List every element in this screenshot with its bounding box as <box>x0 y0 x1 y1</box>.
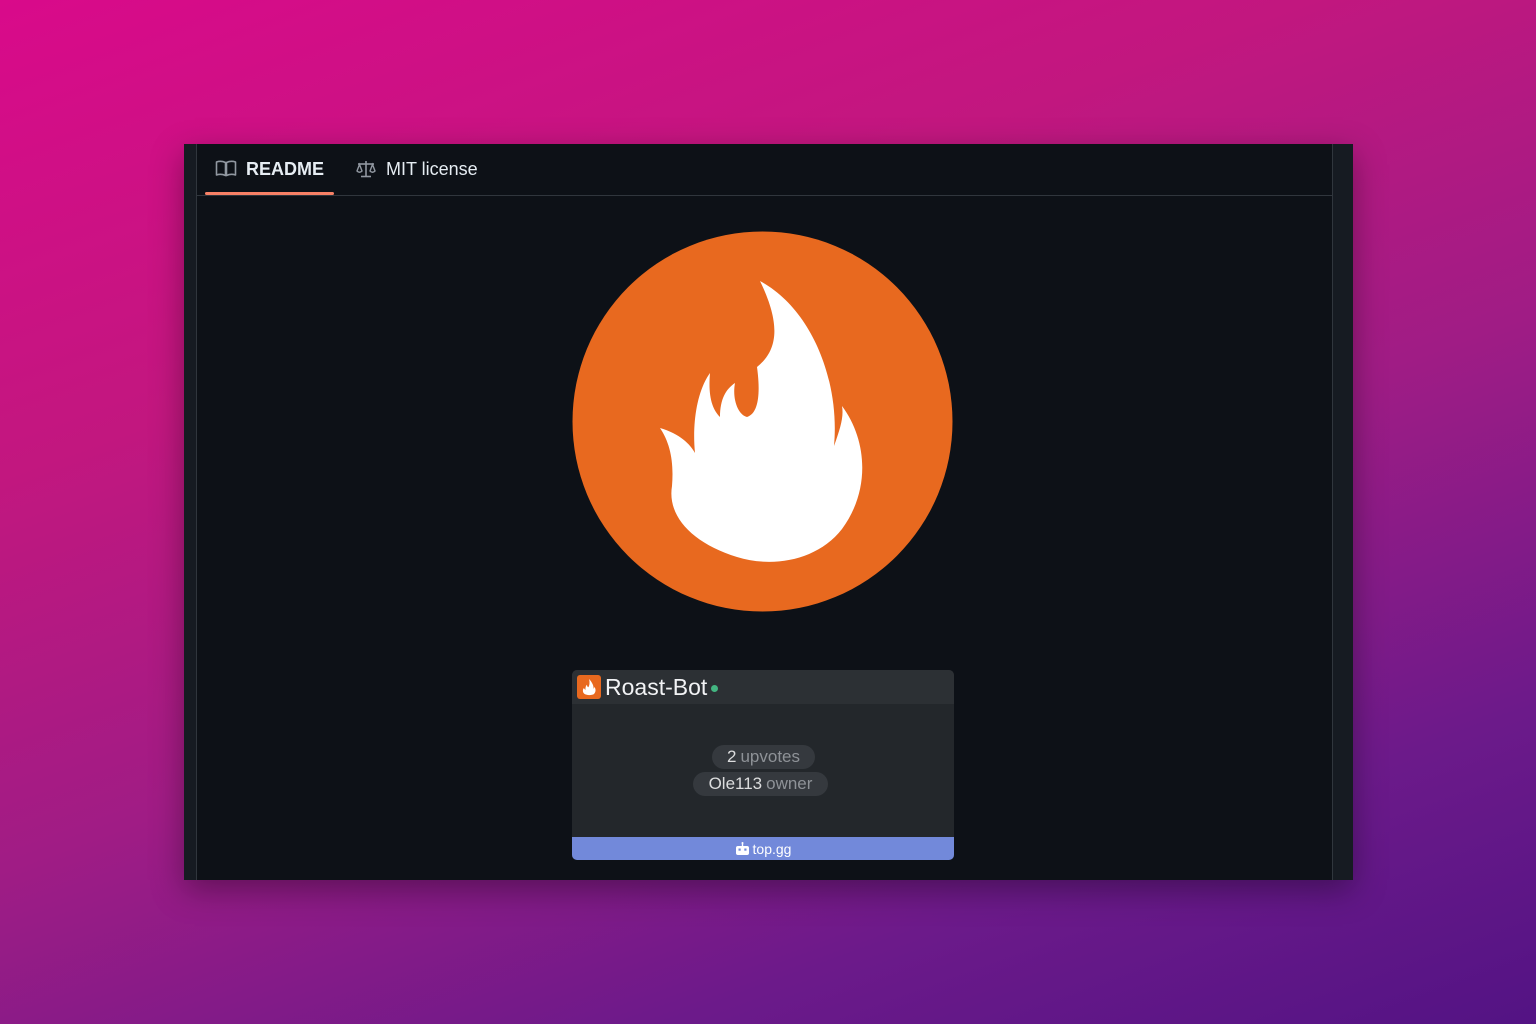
book-icon <box>215 158 237 180</box>
scale-icon <box>355 158 377 180</box>
bot-name: Roast-Bot <box>605 673 708 700</box>
owner-badge: Ole113 owner <box>693 772 828 796</box>
tab-license[interactable]: MIT license <box>345 144 488 194</box>
robot-icon <box>735 841 750 856</box>
footer-label: top.gg <box>752 840 792 857</box>
owner-name: Ole113 <box>708 774 763 793</box>
tab-bar: README MIT license <box>197 144 1332 196</box>
online-status-dot <box>711 684 719 692</box>
widget-header: Roast-Bot <box>572 670 954 704</box>
flame-icon <box>572 231 953 612</box>
window-divider-right <box>1332 144 1333 880</box>
upvotes-badge: 2 upvotes <box>712 745 815 769</box>
widget-footer[interactable]: top.gg <box>572 837 954 860</box>
upvotes-label: upvotes <box>740 747 800 766</box>
window-frame-left <box>184 144 196 880</box>
owner-label: owner <box>766 774 813 793</box>
upvotes-count: 2 <box>726 747 737 766</box>
window-frame-right <box>1333 144 1353 880</box>
roast-bot-logo <box>572 231 953 612</box>
topgg-widget[interactable]: Roast-Bot 2 upvotes Ole113 owner top.gg <box>572 670 954 860</box>
bot-avatar <box>577 675 601 699</box>
tab-license-label: MIT license <box>386 158 478 179</box>
flame-icon <box>582 679 596 696</box>
tab-readme-label: README <box>246 158 325 179</box>
tab-readme[interactable]: README <box>205 144 335 195</box>
window-divider-left <box>196 144 197 880</box>
readme-window: README MIT license Roast-Bot 2 upvotes O… <box>184 144 1353 880</box>
